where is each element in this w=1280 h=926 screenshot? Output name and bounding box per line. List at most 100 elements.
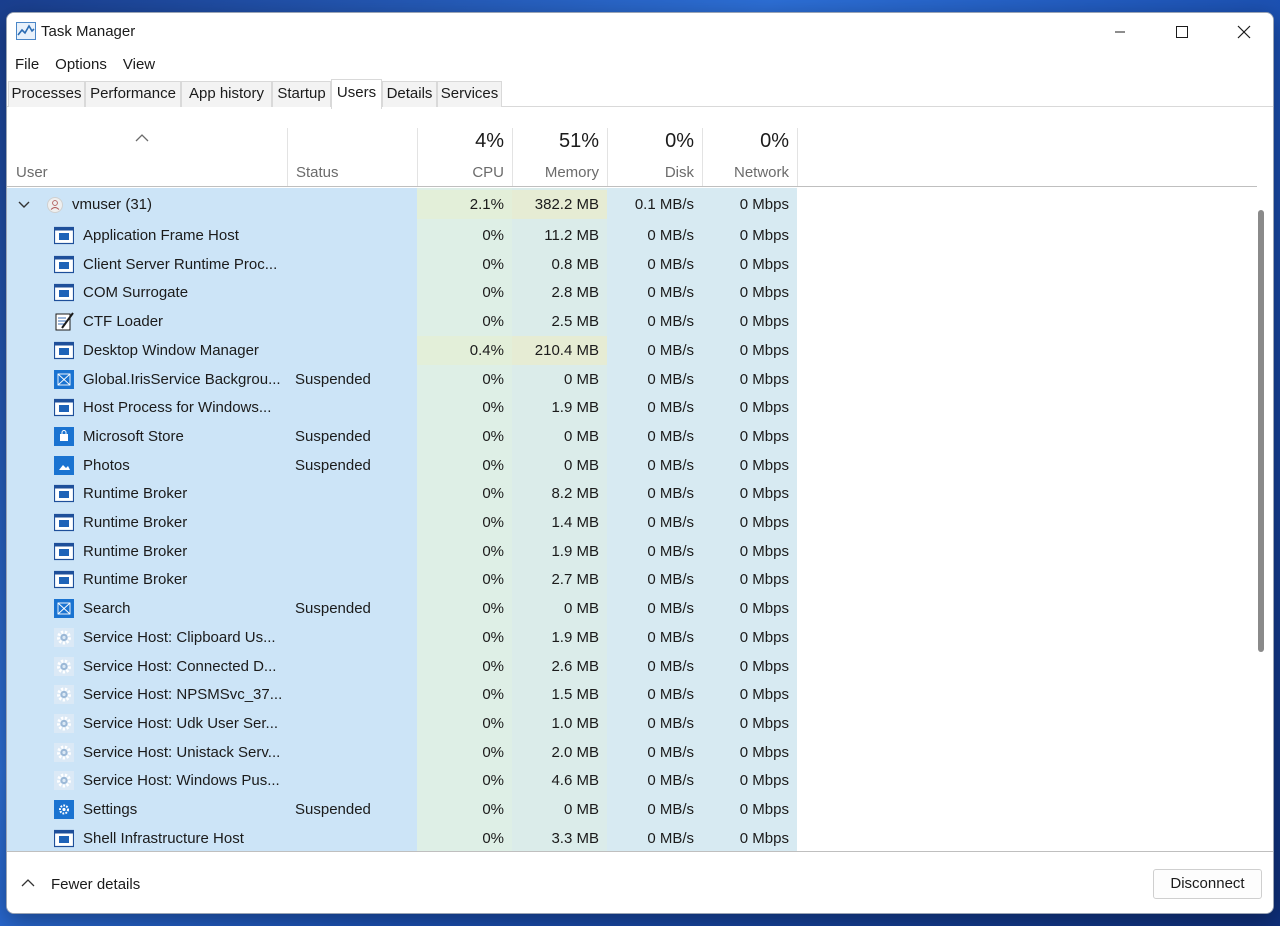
process-row[interactable]: Application Frame Host 0% 11.2 MB 0 MB/s 0 M…: [7, 221, 797, 250]
process-disk: 0 MB/s: [647, 657, 694, 675]
process-name: Service Host: Unistack Serv...: [83, 743, 281, 761]
process-row[interactable]: Global.IrisService Backgrou... Suspended 0…: [7, 365, 797, 394]
process-row[interactable]: Runtime Broker 0% 2.7 MB 0 MB/s 0 Mbps: [7, 565, 797, 594]
process-status: [295, 680, 415, 709]
process-network: 0 Mbps: [739, 341, 789, 359]
menu-view[interactable]: View: [115, 51, 163, 77]
header-disk[interactable]: 0% Disk: [608, 128, 702, 187]
vertical-scrollbar[interactable]: [1255, 188, 1267, 851]
process-network: 0 Mbps: [739, 227, 789, 244]
process-network: 0 Mbps: [739, 542, 789, 560]
process-row[interactable]: Runtime Broker 0% 8.2 MB 0 MB/s 0 Mbps: [7, 479, 797, 508]
process-memory: 11.2 MB: [544, 227, 599, 244]
process-cpu: 0%: [482, 686, 504, 704]
process-row[interactable]: Microsoft Store Suspended 0% 0 MB 0 MB/s 0 Mb…: [7, 422, 797, 451]
process-cpu: 0%: [482, 227, 504, 244]
tab-startup[interactable]: Startup: [272, 81, 331, 107]
tab-services[interactable]: Services: [437, 81, 502, 107]
minimize-icon: [1115, 31, 1125, 33]
process-status: [295, 623, 415, 652]
process-row[interactable]: Settings Suspended 0% 0 MB 0 MB/s 0 Mbps: [7, 795, 797, 824]
tab-users[interactable]: Users: [331, 79, 382, 109]
process-row[interactable]: Service Host: Clipboard Us... 0% 1.9 MB 0 M…: [7, 623, 797, 652]
tab-performance[interactable]: Performance: [85, 81, 181, 107]
process-row[interactable]: Search Suspended 0% 0 MB 0 MB/s 0 Mbps: [7, 594, 797, 623]
process-status: [295, 709, 415, 738]
gear-icon: [54, 627, 74, 647]
app-window-icon: [54, 829, 74, 847]
process-network: 0 Mbps: [739, 686, 789, 704]
process-row[interactable]: COM Surrogate 0% 2.8 MB 0 MB/s 0 Mbps: [7, 278, 797, 307]
tab-app-history[interactable]: App history: [181, 81, 272, 107]
process-name: Client Server Runtime Proc...: [83, 255, 278, 273]
column-divider[interactable]: [797, 128, 798, 186]
minimize-button[interactable]: [1089, 13, 1151, 51]
process-name: Service Host: NPSMSvc_37...: [83, 686, 283, 704]
process-network: 0 Mbps: [739, 255, 789, 273]
process-memory: 0 MB: [563, 370, 599, 388]
disconnect-button[interactable]: Disconnect: [1153, 869, 1262, 899]
scrollbar-thumb[interactable]: [1258, 210, 1264, 652]
process-row[interactable]: Service Host: Windows Pus... 0% 4.6 MB 0 MB…: [7, 766, 797, 795]
process-row[interactable]: Host Process for Windows... 0% 1.9 MB 0 MB/…: [7, 393, 797, 422]
process-network: 0 Mbps: [739, 743, 789, 761]
process-status: Suspended: [295, 456, 371, 474]
sort-ascending-icon: [135, 134, 149, 142]
header-status[interactable]: Status: [288, 128, 417, 187]
app-window-icon: [54, 513, 74, 532]
app-window-icon: [54, 399, 74, 417]
store-icon: [54, 426, 74, 446]
process-row[interactable]: Client Server Runtime Proc... 0% 0.8 MB 0 M…: [7, 250, 797, 279]
process-network: 0 Mbps: [739, 399, 789, 417]
process-row[interactable]: Runtime Broker 0% 1.9 MB 0 MB/s 0 Mbps: [7, 537, 797, 566]
process-row[interactable]: Photos Suspended 0% 0 MB 0 MB/s 0 Mbps: [7, 451, 797, 480]
user-group-row[interactable]: vmuser (31) 2.1% 382.2 MB 0.1 MB/s 0 Mbp…: [7, 190, 797, 219]
process-list: vmuser (31) 2.1% 382.2 MB 0.1 MB/s 0 Mbp…: [7, 188, 1251, 851]
chevron-up-icon[interactable]: [21, 878, 35, 888]
process-row[interactable]: Service Host: NPSMSvc_37... 0% 1.5 MB 0 MB/…: [7, 680, 797, 709]
process-name: Service Host: Connected D...: [83, 657, 277, 675]
fewer-details-link[interactable]: Fewer details: [51, 876, 140, 893]
process-cpu: 0%: [482, 801, 504, 818]
menu-bar: File Options View: [7, 51, 1273, 77]
title-bar: Task Manager: [7, 13, 1273, 51]
process-network: 0 Mbps: [739, 571, 789, 589]
process-disk: 0 MB/s: [647, 255, 694, 273]
process-status: [295, 278, 415, 307]
process-memory: 2.7 MB: [551, 571, 599, 589]
maximize-button[interactable]: [1151, 13, 1213, 51]
menu-options[interactable]: Options: [47, 51, 115, 77]
process-name: Settings: [83, 801, 138, 818]
process-memory: 210.4 MB: [512, 335, 607, 365]
process-cpu: 0%: [482, 714, 504, 732]
close-button[interactable]: [1213, 13, 1273, 51]
process-memory: 0.8 MB: [551, 255, 599, 273]
chevron-down-icon[interactable]: [18, 201, 30, 209]
process-row[interactable]: Service Host: Udk User Ser... 0% 1.0 MB 0 M…: [7, 709, 797, 738]
process-row[interactable]: Shell Infrastructure Host 0% 3.3 MB 0 MB/s 0…: [7, 824, 797, 851]
header-cpu[interactable]: 4% CPU: [418, 128, 512, 187]
header-user[interactable]: User: [7, 128, 287, 187]
process-memory: 2.5 MB: [551, 313, 599, 331]
task-manager-window: Task Manager File Options View Processes…: [6, 12, 1274, 914]
process-row[interactable]: Service Host: Connected D... 0% 2.6 MB 0 MB…: [7, 652, 797, 681]
process-status: [295, 508, 415, 537]
process-row[interactable]: Desktop Window Manager 0.4% 210.4 MB 0 MB/s…: [7, 335, 797, 365]
process-network: 0 Mbps: [739, 313, 789, 331]
process-row[interactable]: Service Host: Unistack Serv... 0% 2.0 MB 0 …: [7, 738, 797, 767]
process-network: 0 Mbps: [739, 427, 789, 445]
tab-details[interactable]: Details: [382, 81, 437, 107]
menu-file[interactable]: File: [7, 51, 47, 77]
tab-processes[interactable]: Processes: [8, 81, 85, 107]
header-memory[interactable]: 51% Memory: [513, 128, 607, 187]
process-disk: 0 MB/s: [647, 514, 694, 531]
process-row[interactable]: Runtime Broker 0% 1.4 MB 0 MB/s 0 Mbps: [7, 508, 797, 537]
process-name: Runtime Broker: [83, 571, 188, 589]
gear-icon: [54, 656, 74, 676]
process-cpu: 0%: [482, 456, 504, 474]
header-network[interactable]: 0% Network: [703, 128, 797, 187]
process-name: COM Surrogate: [83, 284, 189, 302]
process-cpu: 0%: [482, 628, 504, 646]
process-disk: 0 MB/s: [647, 801, 694, 818]
process-row[interactable]: CTF Loader 0% 2.5 MB 0 MB/s 0 Mbps: [7, 307, 797, 336]
